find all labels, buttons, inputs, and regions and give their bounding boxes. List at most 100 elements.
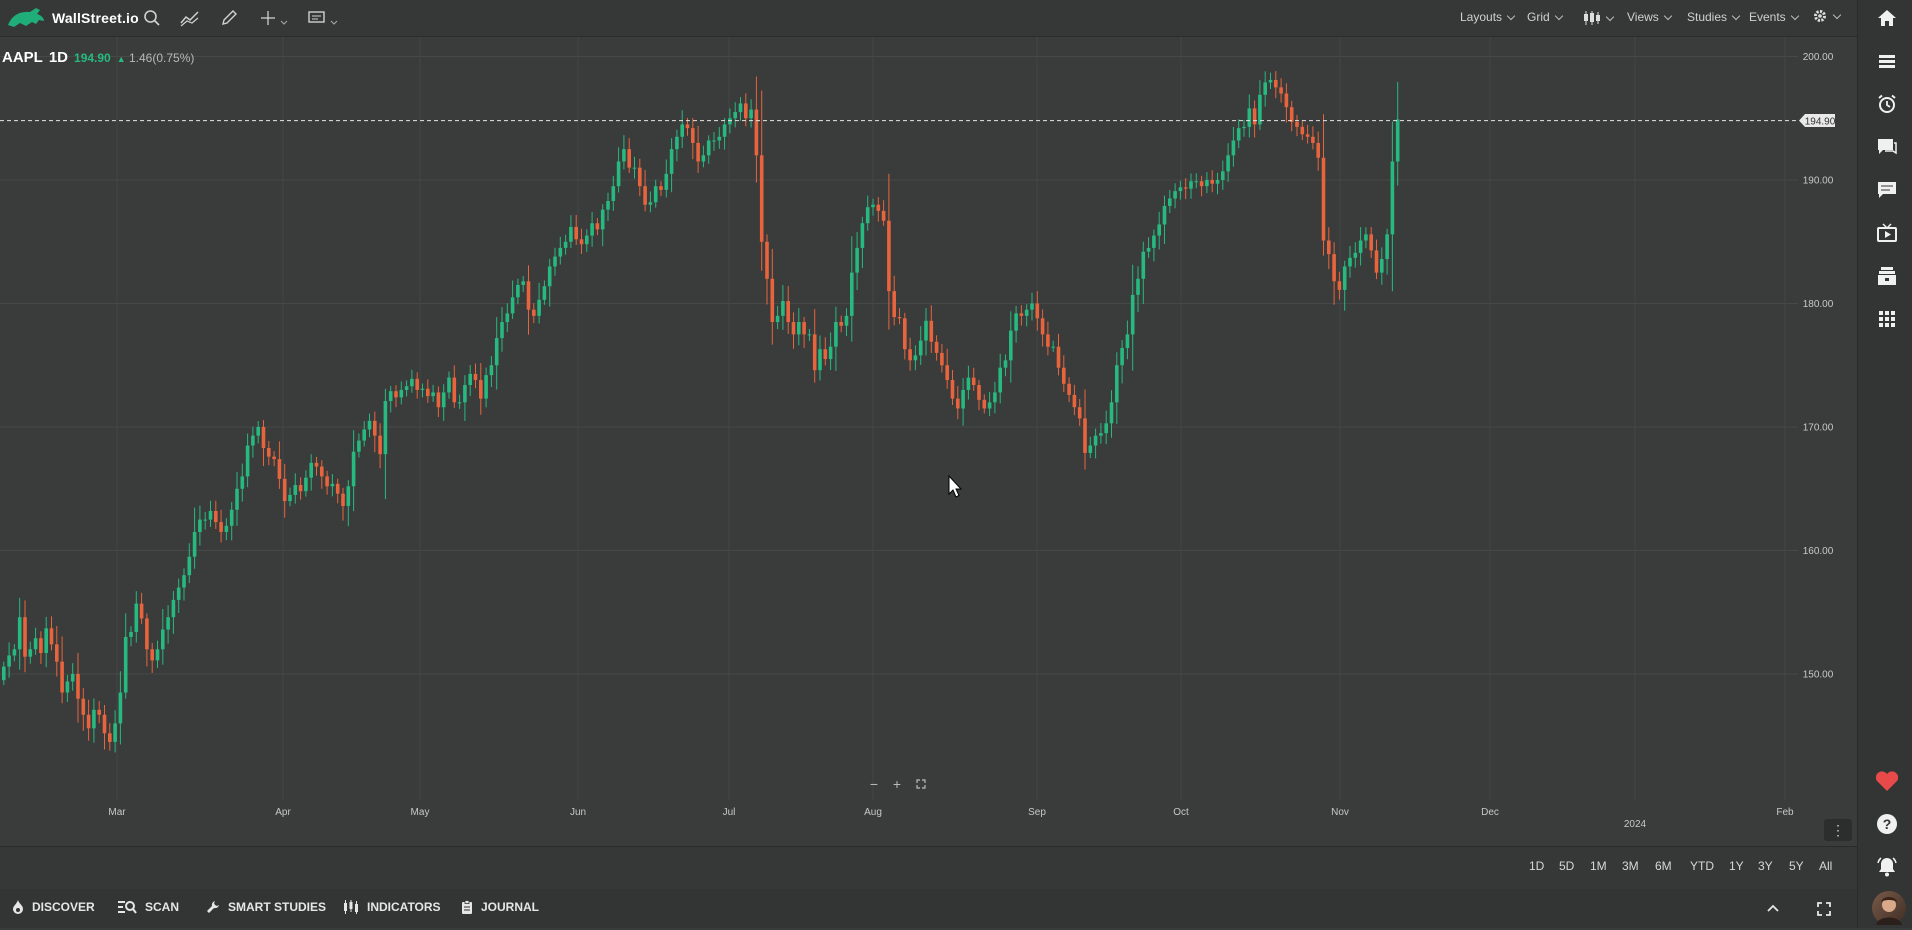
range-6m-button[interactable]: 6M	[1655, 859, 1672, 873]
grid-apps-icon	[1879, 311, 1895, 327]
range-1m-button[interactable]: 1M	[1590, 859, 1607, 873]
layouts-menu[interactable]: Layouts	[1460, 10, 1516, 24]
indicators-button[interactable]: INDICATORS	[343, 900, 441, 914]
fullscreen-icon	[1817, 902, 1831, 916]
help-button[interactable]: ?	[1872, 809, 1902, 839]
candle-body	[55, 644, 59, 662]
candle	[1242, 119, 1246, 137]
range-all-button[interactable]: All	[1819, 859, 1832, 873]
symbol-ticker[interactable]: AAPL	[2, 49, 43, 66]
candle	[383, 388, 388, 500]
candle	[675, 129, 679, 162]
candle	[463, 375, 467, 422]
candle	[664, 159, 669, 198]
chart-options-button[interactable]: ⋮	[1824, 819, 1852, 841]
zoom-in-button[interactable]: +	[887, 776, 907, 792]
candle-body	[722, 124, 727, 137]
events-menu[interactable]: Events	[1749, 10, 1799, 24]
candle-body	[643, 186, 647, 205]
range-1d-button[interactable]: 1D	[1529, 859, 1544, 873]
favorites-button[interactable]	[1872, 766, 1902, 796]
studies-menu[interactable]: Studies	[1687, 10, 1741, 24]
candle	[44, 616, 48, 668]
alerts-button[interactable]	[1872, 89, 1902, 119]
candle-body	[1024, 309, 1029, 316]
candle-body	[362, 429, 366, 441]
range-5d-button[interactable]: 5D	[1559, 859, 1574, 873]
mouse-cursor-icon	[948, 474, 963, 498]
zoom-out-button[interactable]: −	[864, 776, 884, 792]
candle-body	[865, 207, 870, 224]
candle	[844, 308, 849, 337]
candle	[272, 451, 276, 467]
compare-button[interactable]	[178, 6, 202, 30]
range-3m-button[interactable]: 3M	[1622, 859, 1639, 873]
candle	[945, 348, 949, 389]
notifications-button[interactable]	[1872, 852, 1902, 882]
candle-body	[918, 340, 923, 356]
search-button[interactable]	[140, 6, 164, 30]
journal-button[interactable]: JOURNAL	[461, 900, 539, 914]
candle-body	[298, 485, 303, 492]
candle	[86, 699, 91, 741]
y-tick-label: 150.00	[1803, 670, 1834, 681]
fullscreen-button[interactable]	[1817, 902, 1831, 921]
symbol-header[interactable]: AAPL 1D 194.90 ▲ 1.46(0.75%)	[2, 49, 194, 66]
discover-button[interactable]: DISCOVER	[12, 900, 95, 914]
fit-chart-button[interactable]	[911, 776, 931, 792]
x-tick-label: Sep	[1028, 807, 1046, 818]
candle	[791, 312, 796, 349]
range-1y-button[interactable]: 1Y	[1729, 859, 1744, 873]
tv-button[interactable]	[1872, 218, 1902, 248]
candle	[558, 236, 563, 265]
range-5y-button[interactable]: 5Y	[1789, 859, 1804, 873]
candle	[362, 421, 366, 447]
views-menu[interactable]: Views	[1627, 10, 1673, 24]
settings-menu[interactable]	[1812, 8, 1842, 24]
candle	[7, 642, 11, 678]
collapse-panel-button[interactable]	[1766, 901, 1780, 919]
candle-body	[1035, 303, 1040, 319]
candle-body	[791, 322, 796, 335]
candle-body	[701, 155, 706, 162]
range-3y-button[interactable]: 3Y	[1758, 859, 1773, 873]
chart-type-menu[interactable]	[1583, 10, 1615, 26]
user-avatar[interactable]	[1872, 891, 1906, 925]
home-button[interactable]	[1872, 3, 1902, 33]
candle-body	[1289, 107, 1294, 122]
symbol-timeframe[interactable]: 1D	[49, 49, 68, 66]
annotation-button[interactable]	[305, 6, 341, 30]
watchlist-button[interactable]	[1872, 46, 1902, 76]
candle	[1099, 422, 1103, 444]
apps-button[interactable]	[1872, 304, 1902, 334]
candle-body	[1215, 180, 1220, 184]
messages-button[interactable]	[1872, 175, 1902, 205]
grid-menu[interactable]: Grid	[1527, 10, 1563, 24]
candle	[33, 627, 38, 655]
tv-icon	[1877, 223, 1897, 242]
candle-body	[993, 392, 997, 403]
candle	[404, 380, 409, 397]
smart-studies-button[interactable]: SMART STUDIES	[206, 900, 326, 914]
price-chart[interactable]: 200.00 190.00 180.00 170.00 160.00 150.00 Mar…	[0, 37, 1857, 847]
range-ytd-button[interactable]: YTD	[1690, 859, 1714, 873]
candle	[410, 369, 414, 393]
x-tick-label: Apr	[275, 807, 291, 818]
candle	[399, 381, 404, 405]
portfolio-button[interactable]	[1872, 261, 1902, 291]
candle	[251, 426, 255, 458]
crosshair-button[interactable]	[256, 6, 292, 30]
candle	[479, 363, 483, 415]
candle-body	[903, 318, 907, 350]
draw-button[interactable]	[217, 6, 241, 30]
candle-body	[1056, 346, 1061, 368]
candle-body	[198, 519, 202, 532]
candle	[415, 372, 419, 399]
app-logo[interactable]: WallStreet.io	[6, 4, 139, 32]
candle-body	[1337, 281, 1342, 290]
candle-body	[70, 674, 75, 682]
scan-button[interactable]: SCAN	[117, 900, 179, 914]
gear-icon	[1814, 10, 1826, 22]
candle-body	[675, 136, 679, 150]
chat-button[interactable]	[1872, 132, 1902, 162]
